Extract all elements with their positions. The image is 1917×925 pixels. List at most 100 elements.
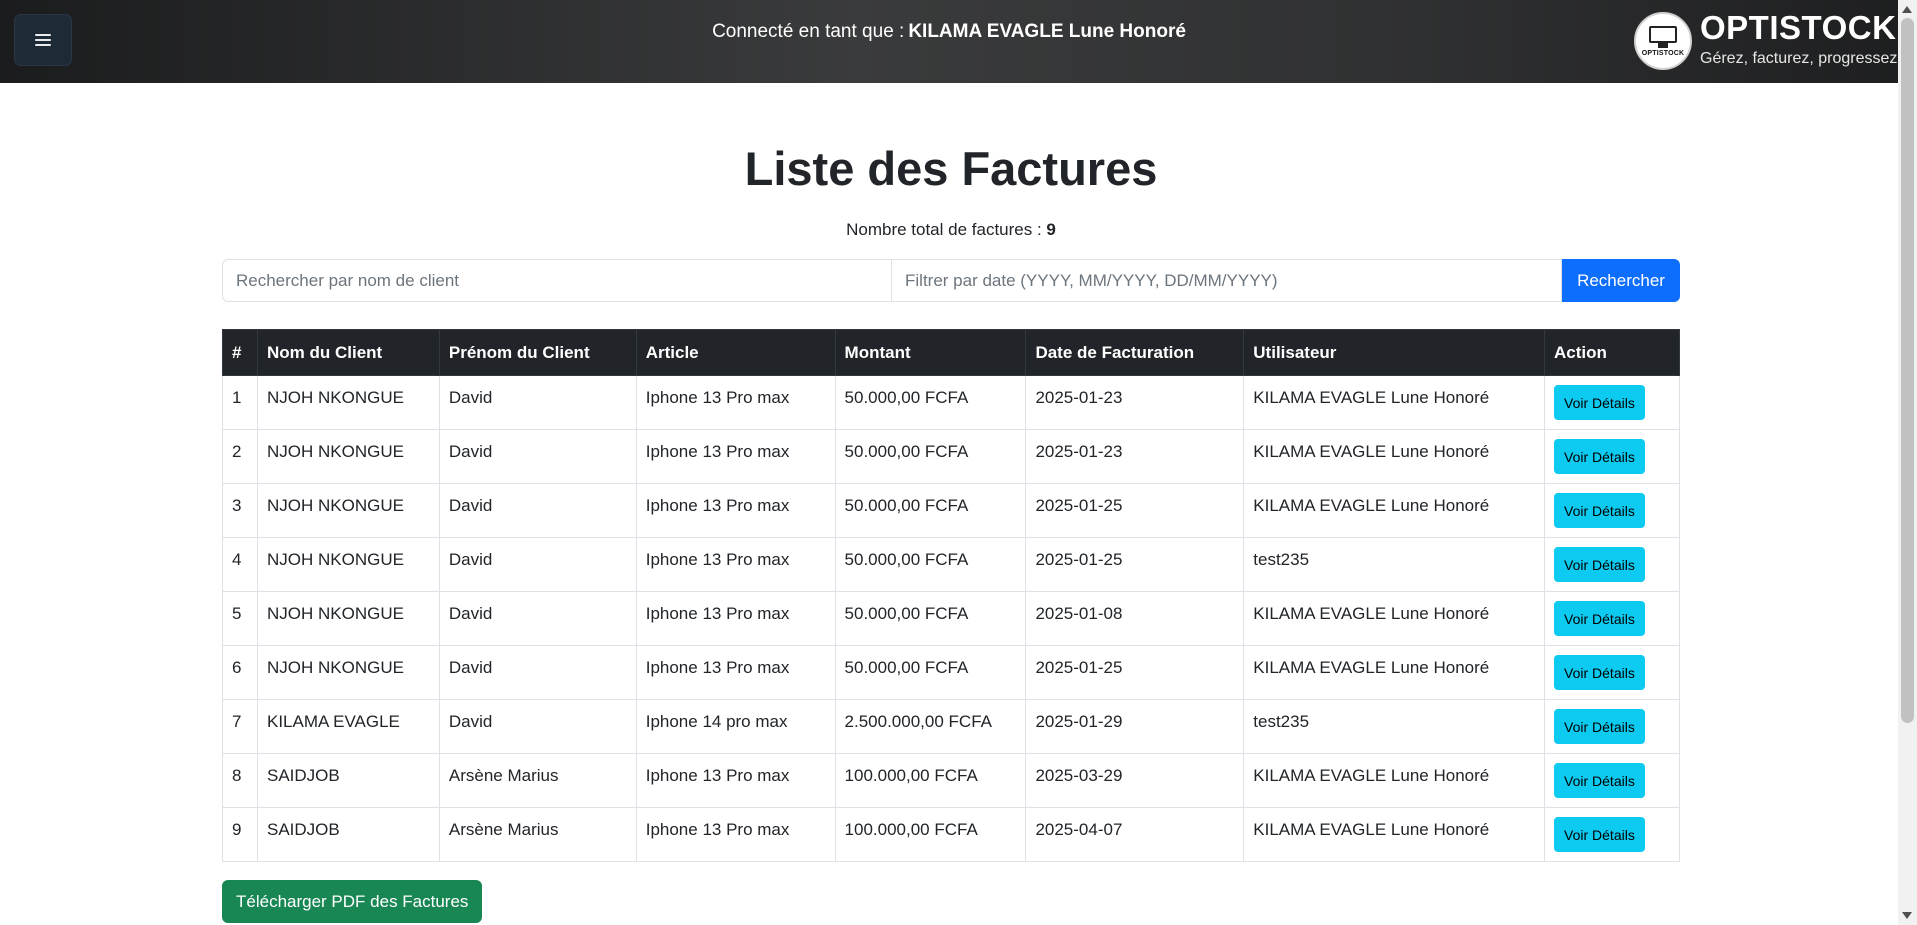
table-header: # Nom du Client Prénom du Client Article Mon… [222, 329, 1680, 376]
invoice-total: Nombre total de factures : 9 [222, 219, 1680, 241]
cell-client-firstname: David [438, 645, 637, 700]
connected-user-text: Connecté en tant que : KILAMA EVAGLE Lune… [0, 20, 1898, 44]
download-pdf-button[interactable]: Télécharger PDF des Factures [222, 880, 483, 923]
cell-user: test235 [1243, 537, 1546, 592]
brand-tagline: Gérez, facturez, progressez [1700, 50, 1898, 67]
cell-client-name: SAIDJOB [256, 753, 440, 808]
cell-row-number: 5 [222, 591, 258, 646]
cell-invoice-date: 2025-01-25 [1025, 537, 1245, 592]
search-button[interactable]: Rechercher [1562, 259, 1680, 302]
invoice-total-value: 9 [1046, 220, 1056, 239]
cell-action: Voir Détails [1544, 429, 1680, 484]
table-header-col-user: Utilisateur [1243, 329, 1546, 376]
cell-user: KILAMA EVAGLE Lune Honoré [1243, 375, 1546, 430]
scrollbar-thumb[interactable] [1901, 18, 1914, 723]
view-details-button[interactable]: Voir Détails [1554, 547, 1645, 582]
cell-amount: 50.000,00 FCFA [834, 483, 1027, 538]
top-navbar: Connecté en tant que : KILAMA EVAGLE Lune… [0, 0, 1898, 83]
cell-invoice-date: 2025-01-29 [1025, 699, 1245, 754]
view-details-button[interactable]: Voir Détails [1554, 655, 1645, 690]
cell-client-firstname: Arsène Marius [438, 807, 637, 862]
cell-article: Iphone 13 Pro max [635, 537, 836, 592]
cell-client-firstname: David [438, 375, 637, 430]
table-row: 8 SAIDJOB Arsène Marius Iphone 13 Pro max 10… [222, 753, 1680, 808]
cell-user: KILAMA EVAGLE Lune Honoré [1243, 753, 1546, 808]
cell-client-name: NJOH NKONGUE [256, 591, 440, 646]
cell-article: Iphone 13 Pro max [635, 753, 836, 808]
cell-client-firstname: David [438, 483, 637, 538]
cell-invoice-date: 2025-01-08 [1025, 591, 1245, 646]
cell-article: Iphone 13 Pro max [635, 375, 836, 430]
cell-article: Iphone 13 Pro max [635, 591, 836, 646]
table-row: 7 KILAMA EVAGLE David Iphone 14 pro max 2.50… [222, 699, 1680, 754]
scroll-down-arrow-icon[interactable] [1902, 912, 1912, 919]
view-details-button[interactable]: Voir Détails [1554, 493, 1645, 528]
cell-invoice-date: 2025-01-23 [1025, 375, 1245, 430]
cell-user: KILAMA EVAGLE Lune Honoré [1243, 483, 1546, 538]
view-details-button[interactable]: Voir Détails [1554, 601, 1645, 636]
table-row: 4 NJOH NKONGUE David Iphone 13 Pro max 50.00… [222, 537, 1680, 592]
cell-article: Iphone 13 Pro max [635, 807, 836, 862]
search-form: Rechercher [222, 259, 1680, 302]
cell-action: Voir Détails [1544, 645, 1680, 700]
table-row: 1 NJOH NKONGUE David Iphone 13 Pro max 50.00… [222, 375, 1680, 430]
table-header-col-article: Article [635, 329, 836, 376]
view-details-button[interactable]: Voir Détails [1554, 439, 1645, 474]
table-header-row: # Nom du Client Prénom du Client Article Mon… [222, 329, 1680, 376]
view-details-button[interactable]: Voir Détails [1554, 709, 1645, 744]
table-header-col-amount: Montant [834, 329, 1027, 376]
cell-client-name: NJOH NKONGUE [256, 645, 440, 700]
view-details-button[interactable]: Voir Détails [1554, 385, 1645, 420]
cell-user: KILAMA EVAGLE Lune Honoré [1243, 591, 1546, 646]
cell-invoice-date: 2025-01-25 [1025, 483, 1245, 538]
cell-action: Voir Détails [1544, 753, 1680, 808]
table-body: 1 NJOH NKONGUE David Iphone 13 Pro max 50.00… [222, 375, 1680, 862]
brand-name: OPTISTOCK [1700, 9, 1897, 46]
cell-article: Iphone 13 Pro max [635, 645, 836, 700]
table-row: 9 SAIDJOB Arsène Marius Iphone 13 Pro max 10… [222, 807, 1680, 862]
cell-client-name: SAIDJOB [256, 807, 440, 862]
cell-client-name: NJOH NKONGUE [256, 375, 440, 430]
cell-amount: 50.000,00 FCFA [834, 537, 1027, 592]
main-content: Liste des Factures Nombre total de factu… [222, 83, 1680, 923]
cell-amount: 50.000,00 FCFA [834, 645, 1027, 700]
view-details-button[interactable]: Voir Détails [1554, 763, 1645, 798]
cell-client-name: KILAMA EVAGLE [256, 699, 440, 754]
table-header-col-client-name: Nom du Client [256, 329, 440, 376]
table-header-col-number: # [222, 329, 258, 376]
cell-article: Iphone 13 Pro max [635, 483, 836, 538]
table-header-col-action: Action [1544, 329, 1680, 376]
cell-article: Iphone 14 pro max [635, 699, 836, 754]
cell-amount: 100.000,00 FCFA [834, 807, 1027, 862]
cell-row-number: 2 [222, 429, 258, 484]
brand[interactable]: OPTISTOCK OPTISTOCK Gérez, facturez, pro… [1634, 10, 1897, 70]
page-title: Liste des Factures [744, 142, 1158, 195]
cell-action: Voir Détails [1544, 375, 1680, 430]
cell-action: Voir Détails [1544, 807, 1680, 862]
cell-client-firstname: David [438, 537, 637, 592]
cell-client-name: NJOH NKONGUE [256, 483, 440, 538]
cell-user: KILAMA EVAGLE Lune Honoré [1243, 429, 1546, 484]
client-search-input[interactable] [222, 259, 892, 302]
table-header-col-invoice-date: Date de Facturation [1025, 329, 1245, 376]
cell-user: KILAMA EVAGLE Lune Honoré [1243, 807, 1546, 862]
cell-client-firstname: David [438, 699, 637, 754]
cell-row-number: 3 [222, 483, 258, 538]
cell-row-number: 6 [222, 645, 258, 700]
computer-icon [1649, 25, 1677, 48]
page-scrollbar[interactable] [1898, 0, 1917, 925]
date-filter-input[interactable] [892, 259, 1562, 302]
cell-action: Voir Détails [1544, 591, 1680, 646]
brand-logo: OPTISTOCK [1634, 12, 1692, 70]
logo-mini-text: OPTISTOCK [1641, 49, 1685, 57]
cell-client-firstname: Arsène Marius [438, 753, 637, 808]
cell-amount: 2.500.000,00 FCFA [834, 699, 1027, 754]
view-details-button[interactable]: Voir Détails [1554, 817, 1645, 852]
invoice-total-label: Nombre total de factures : [846, 220, 1042, 239]
table-row: 2 NJOH NKONGUE David Iphone 13 Pro max 50.00… [222, 429, 1680, 484]
scroll-up-arrow-icon[interactable] [1902, 6, 1912, 13]
connected-username: KILAMA EVAGLE Lune Honoré [908, 21, 1186, 42]
table-row: 6 NJOH NKONGUE David Iphone 13 Pro max 50.00… [222, 645, 1680, 700]
cell-amount: 50.000,00 FCFA [834, 429, 1027, 484]
cell-client-firstname: David [438, 429, 637, 484]
